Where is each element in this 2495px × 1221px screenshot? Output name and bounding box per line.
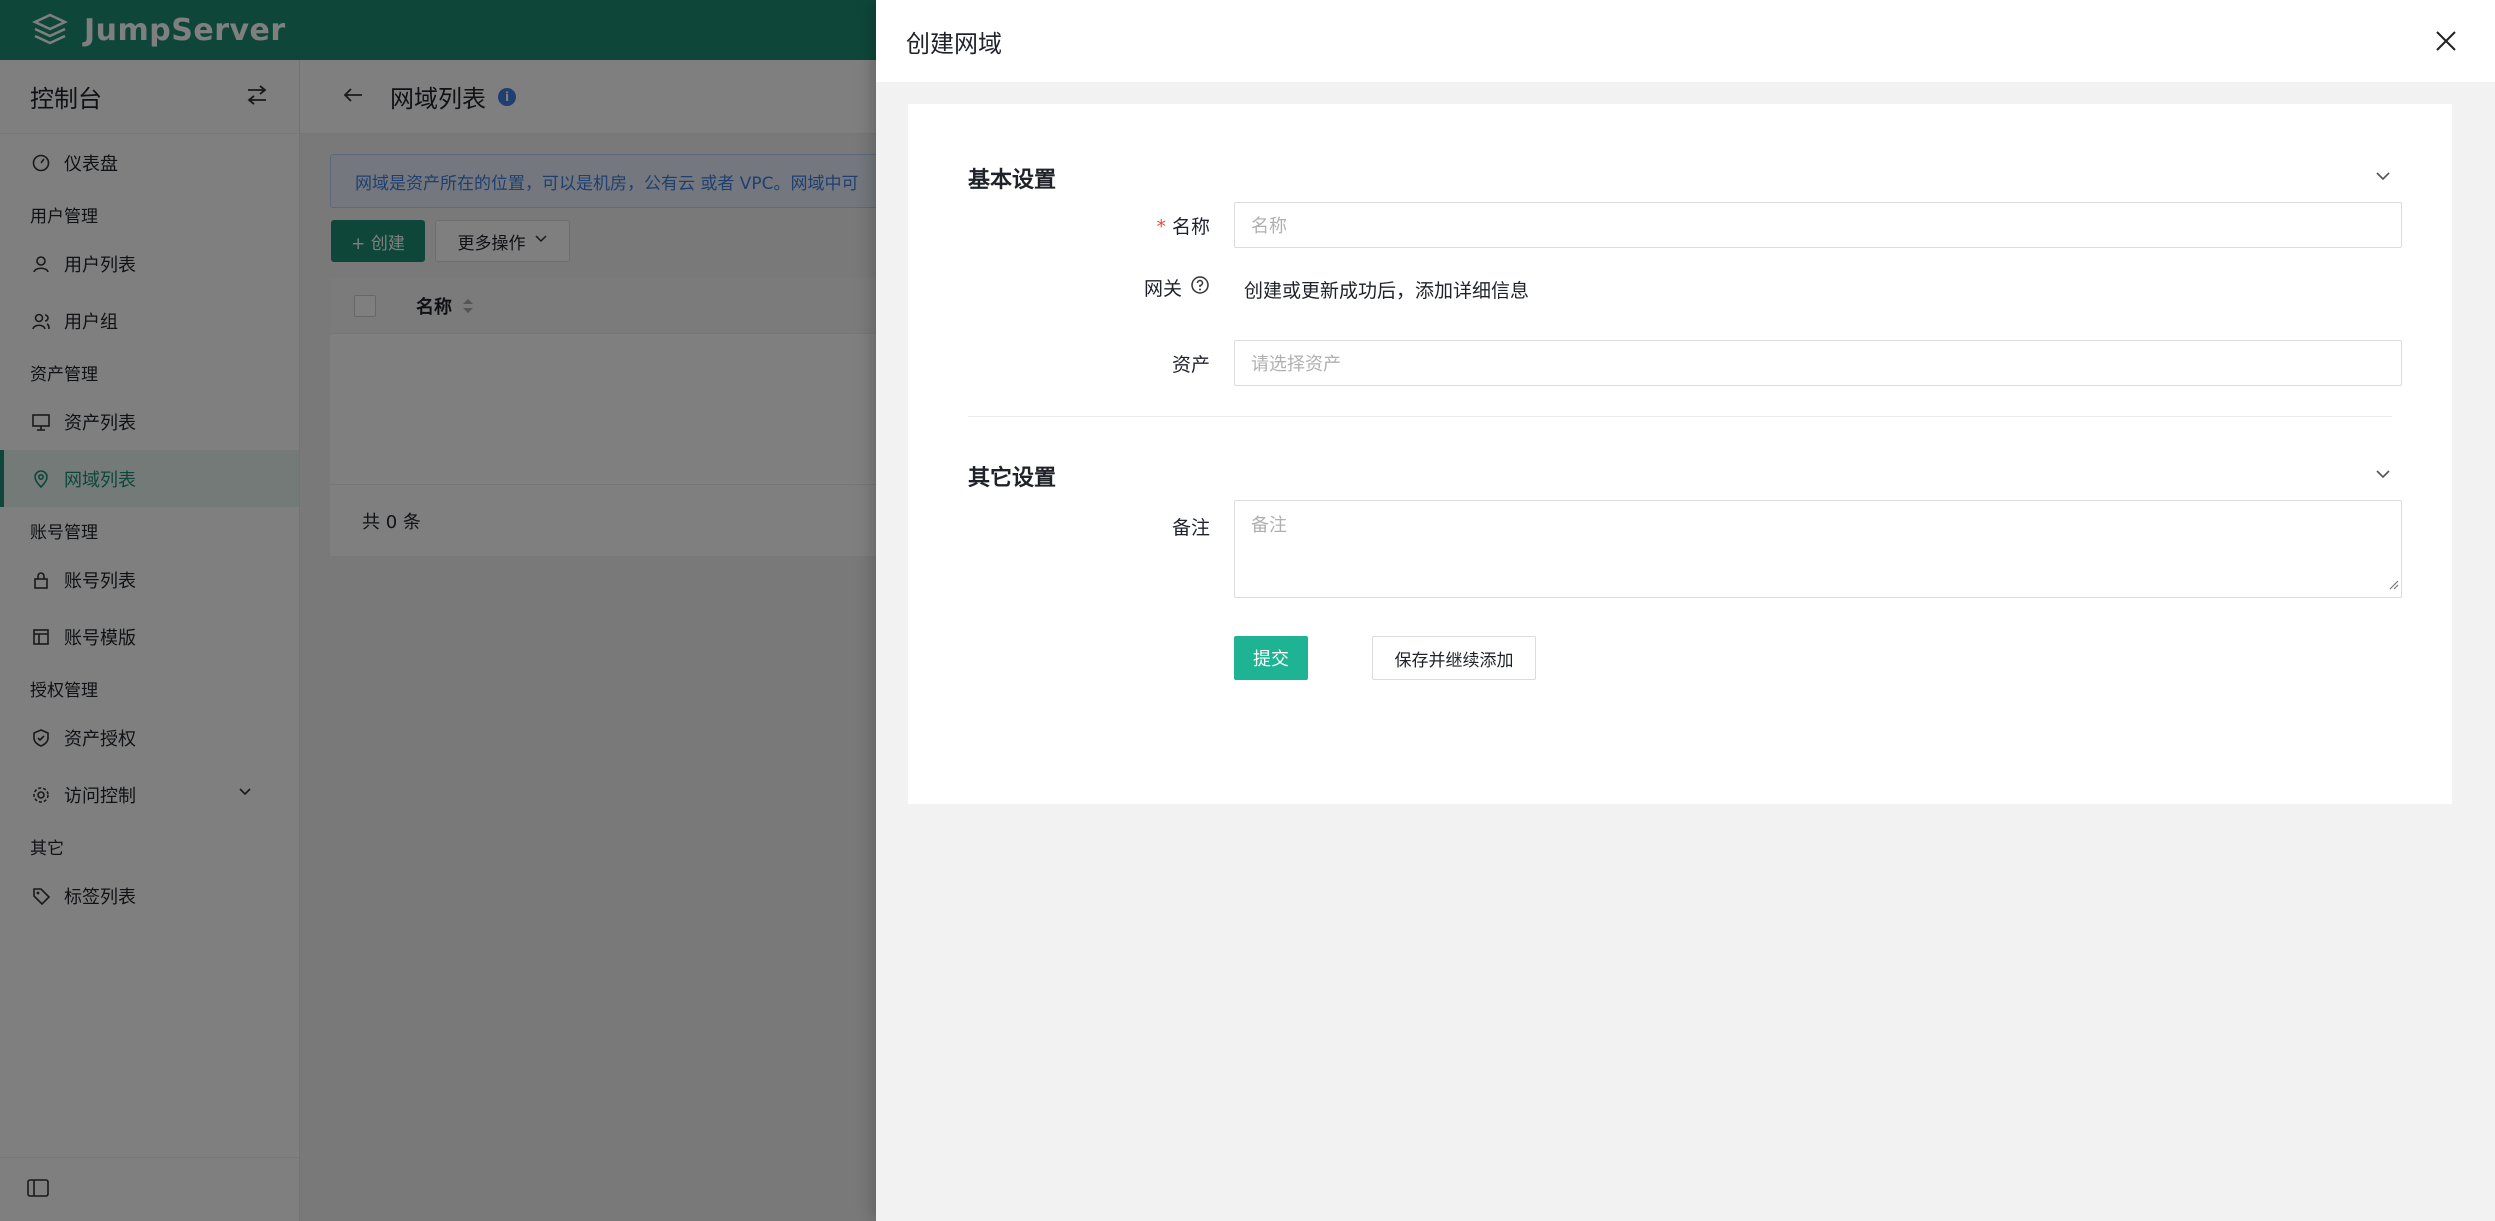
form-card: 基本设置 * 名称 名称 网关 创建或更新成功后，添加详细信息 资产 请选择资产 … <box>908 104 2452 804</box>
name-label-text: 名称 <box>1171 215 1210 238</box>
gateway-label-text: 网关 <box>1143 277 1182 300</box>
asset-select[interactable]: 请选择资产 <box>1234 340 2402 386</box>
section-title: 其它设置 <box>968 466 1057 491</box>
close-icon[interactable] <box>2431 26 2461 56</box>
comment-placeholder: 备注 <box>1251 515 1287 536</box>
section-basic-header[interactable]: 基本设置 <box>968 158 2392 198</box>
comment-textarea[interactable]: 备注 <box>1234 500 2402 598</box>
chevron-down-icon[interactable] <box>2374 465 2392 487</box>
help-circle-icon[interactable] <box>1190 275 1210 300</box>
required-asterisk: * <box>1156 215 1166 238</box>
resize-handle-icon[interactable] <box>2387 574 2399 595</box>
submit-button[interactable]: 提交 <box>1234 636 1308 680</box>
gateway-label: 网关 <box>968 272 1210 302</box>
name-input[interactable]: 名称 <box>1234 202 2402 248</box>
section-divider <box>968 416 2392 417</box>
asset-label: 资产 <box>1171 353 1210 376</box>
chevron-down-icon[interactable] <box>2374 167 2392 189</box>
name-label: * 名称 <box>968 202 1210 248</box>
gateway-hint: 创建或更新成功后，添加详细信息 <box>1244 280 1530 302</box>
drawer-title: 创建网域 <box>906 29 1002 58</box>
section-other-header[interactable]: 其它设置 <box>968 456 2392 496</box>
drawer-header: 创建网域 <box>876 0 2495 82</box>
section-title: 基本设置 <box>968 168 1057 193</box>
comment-label: 备注 <box>1171 516 1210 539</box>
save-and-continue-button[interactable]: 保存并继续添加 <box>1372 636 1536 680</box>
create-domain-drawer: 创建网域 基本设置 * 名称 名称 网关 创建或更新成功后，添加详细信息 资产 请… <box>876 0 2495 1221</box>
